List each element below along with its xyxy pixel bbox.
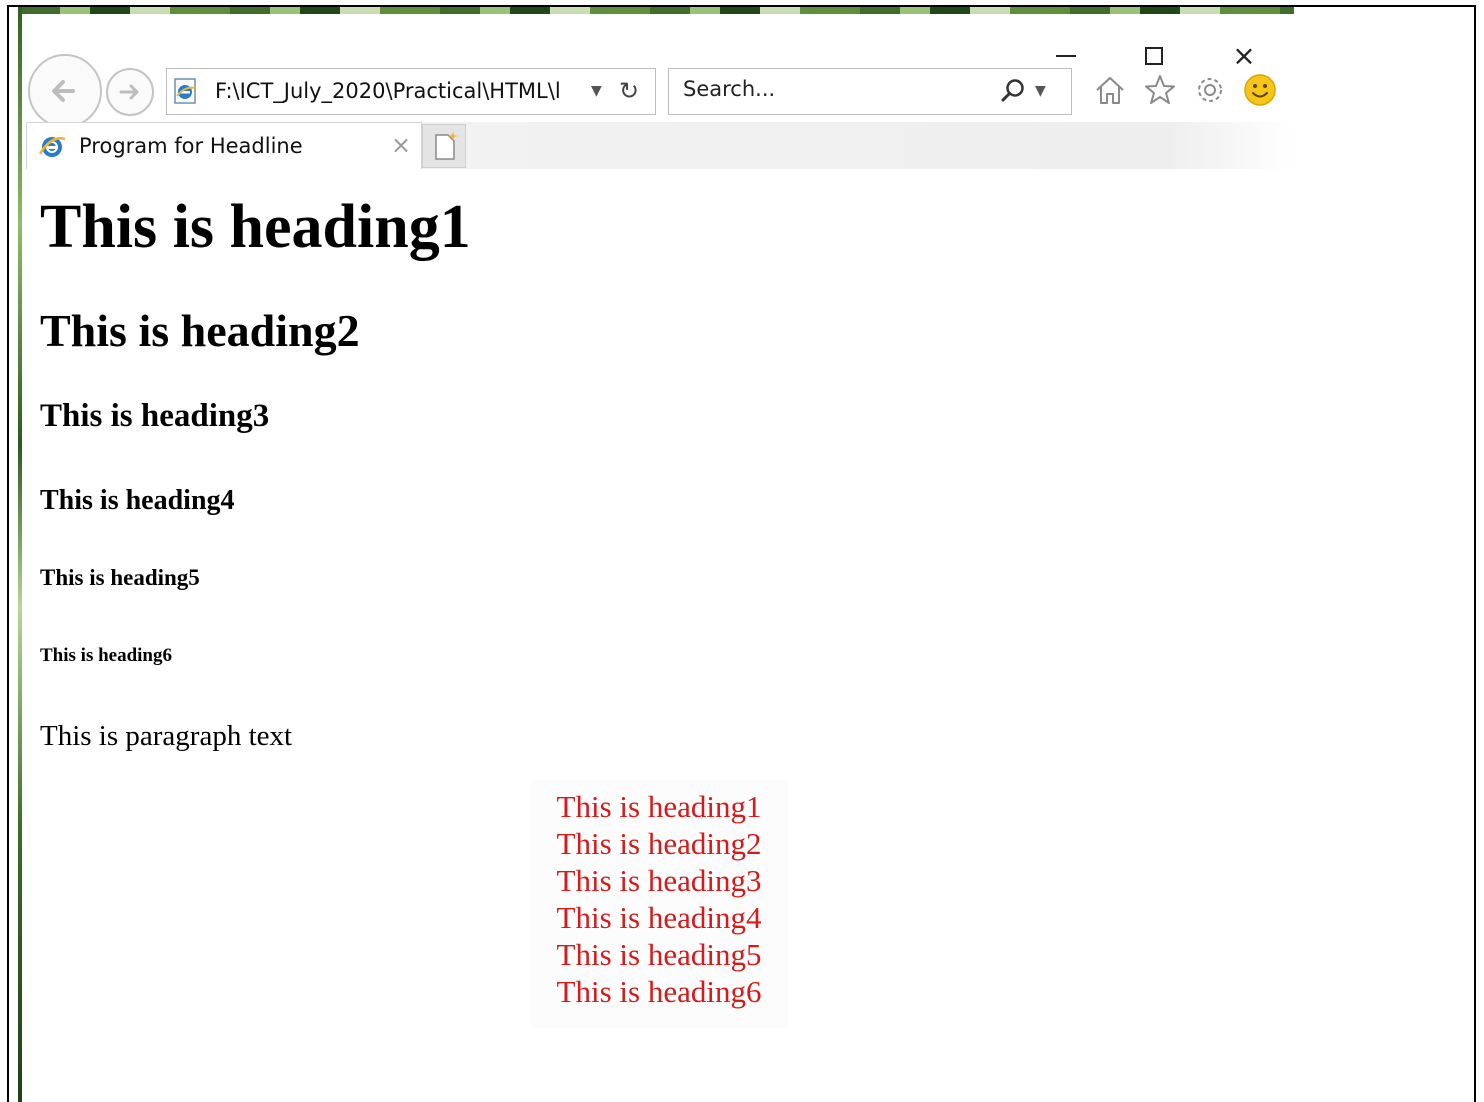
- favorites-star-icon[interactable]: [1142, 72, 1178, 108]
- tab-program-for-headline[interactable]: Program for Headline ×: [26, 122, 422, 169]
- heading-5: This is heading5: [40, 565, 200, 590]
- red-list-item: This is heading3: [556, 863, 762, 898]
- tab-close-icon[interactable]: ×: [391, 131, 411, 159]
- chevron-down-icon[interactable]: ▼: [591, 83, 602, 99]
- heading-2: This is heading2: [40, 305, 360, 356]
- red-list-item: This is heading5: [556, 937, 762, 972]
- paragraph-text: This is paragraph text: [40, 720, 293, 752]
- red-list-item: This is heading2: [556, 826, 762, 861]
- maximize-button[interactable]: [1134, 36, 1174, 76]
- search-box[interactable]: ▼: [668, 68, 1072, 115]
- new-tab-icon: [435, 131, 458, 160]
- settings-gear-icon[interactable]: [1192, 72, 1228, 108]
- forward-icon: [119, 84, 139, 100]
- heading-4: This is heading4: [40, 485, 235, 516]
- red-list-item: This is heading1: [556, 789, 762, 824]
- red-list-item: This is heading4: [556, 900, 762, 935]
- new-tab-button[interactable]: [422, 124, 466, 168]
- minimize-icon: [1056, 55, 1076, 57]
- search-icon[interactable]: [999, 77, 1027, 105]
- address-bar[interactable]: F:\ICT_July_2020\Practical\HTML\l ▼ ↻: [166, 68, 656, 115]
- ie-logo-icon: [38, 137, 66, 157]
- red-heading-list: This is heading1 This is heading2 This i…: [530, 780, 788, 1028]
- browser-chrome: × F:\ICT_July_2020\Practical\HTML\l ▼ ↻ …: [22, 14, 1294, 169]
- search-input[interactable]: [683, 77, 983, 101]
- refresh-icon[interactable]: ↻: [619, 77, 639, 105]
- heading-3: This is heading3: [40, 398, 270, 434]
- close-button[interactable]: ×: [1224, 36, 1264, 76]
- tab-title: Program for Headline: [79, 134, 303, 158]
- address-text[interactable]: F:\ICT_July_2020\Practical\HTML\l: [215, 79, 583, 103]
- back-button[interactable]: [28, 54, 102, 128]
- forward-button[interactable]: [106, 68, 154, 116]
- feedback-smiley-icon[interactable]: [1242, 72, 1278, 108]
- maximize-icon: [1145, 47, 1163, 65]
- back-icon: [52, 80, 75, 102]
- heading-6: This is heading6: [40, 645, 172, 666]
- ie-page-icon: [174, 78, 196, 104]
- heading-1: This is heading1: [40, 193, 471, 261]
- red-list-item: This is heading6: [556, 974, 762, 1009]
- home-icon[interactable]: [1092, 72, 1128, 108]
- close-icon: ×: [1232, 39, 1256, 72]
- chevron-down-icon[interactable]: ▼: [1035, 83, 1046, 99]
